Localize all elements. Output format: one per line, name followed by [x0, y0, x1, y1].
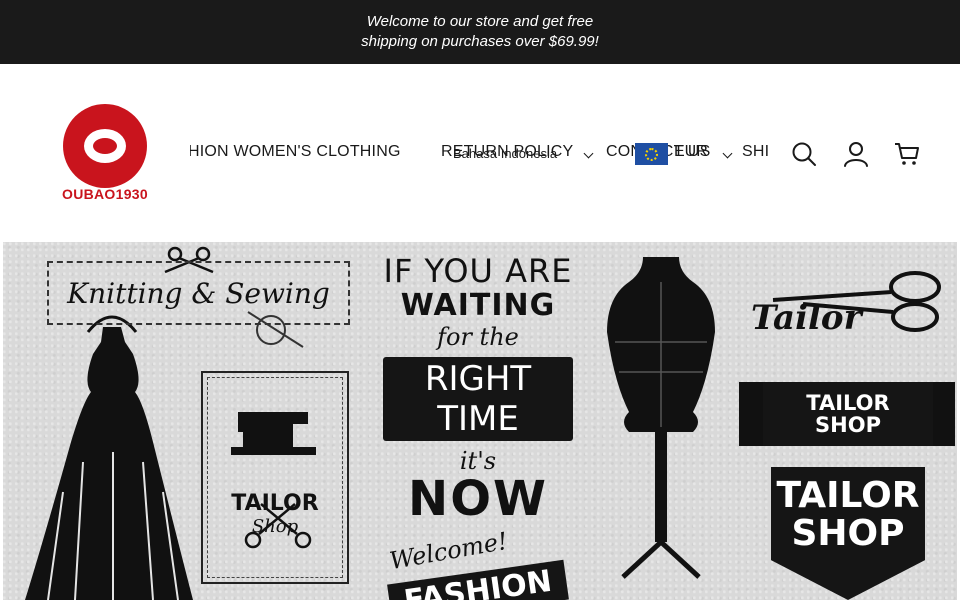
- tailor-box-title: TAILOR: [231, 491, 319, 516]
- quote-line-1: IF YOU ARE: [383, 252, 573, 290]
- currency-selector[interactable]: EUR: [674, 143, 708, 161]
- search-button[interactable]: [790, 140, 818, 168]
- spool-line-2: SHOP: [815, 413, 881, 437]
- shield-line-2: SHOP: [791, 513, 905, 554]
- nav-item-womens-clothing[interactable]: HION WOMEN'S CLOTHING: [190, 143, 401, 161]
- chevron-down-icon: [583, 148, 594, 159]
- chevron-down-icon: [722, 148, 733, 159]
- knitting-sewing-sign: Knitting & Sewing: [47, 261, 350, 325]
- tailor-box-subtitle: Shop: [251, 516, 299, 537]
- quote-line-3: for the: [437, 323, 519, 351]
- quote-line-2: WAITING: [400, 288, 556, 323]
- account-button[interactable]: [842, 140, 870, 168]
- eu-flag-icon[interactable]: [635, 143, 668, 165]
- site-header: OUBAO1930 HION WOMEN'S CLOTHING RETURN P…: [0, 64, 960, 242]
- spool-line-1: TAILOR: [806, 391, 890, 415]
- search-icon: [792, 142, 816, 166]
- language-selector[interactable]: Bahasa Indonesia: [453, 146, 557, 161]
- quote-line-4: RIGHT TIME: [383, 357, 573, 441]
- quote-line-6: NOW: [408, 471, 548, 527]
- cart-icon: [895, 143, 919, 165]
- motivational-quote: IF YOU ARE WAITING for the RIGHT TIME it…: [383, 252, 573, 523]
- logo-text: OUBAO1930: [62, 186, 148, 202]
- logo-mark: [63, 104, 147, 188]
- spool-tailor-shop: TAILOR SHOP: [763, 382, 933, 446]
- main-nav: HION WOMEN'S CLOTHING RETURN POLICY Baha…: [190, 138, 768, 170]
- brand-logo[interactable]: OUBAO1930: [52, 104, 158, 204]
- cart-button[interactable]: [893, 140, 921, 168]
- tailor-shop-frame: TAILOR Shop: [201, 371, 349, 584]
- nav-item-shop[interactable]: SHI: [742, 143, 768, 161]
- tailor-script-text: Tailor: [751, 298, 862, 338]
- hero-banner[interactable]: Knitting & Sewing TAILOR Shop IF YOU ARE…: [3, 242, 957, 600]
- shield-line-1: TAILOR: [776, 475, 920, 516]
- announcement-line-1: Welcome to our store and get free: [366, 13, 594, 30]
- announcement-bar: Welcome to our store and get free shippi…: [0, 0, 960, 64]
- announcement-line-2: shipping on purchases over $69.99!: [361, 33, 599, 50]
- account-icon: [844, 142, 868, 167]
